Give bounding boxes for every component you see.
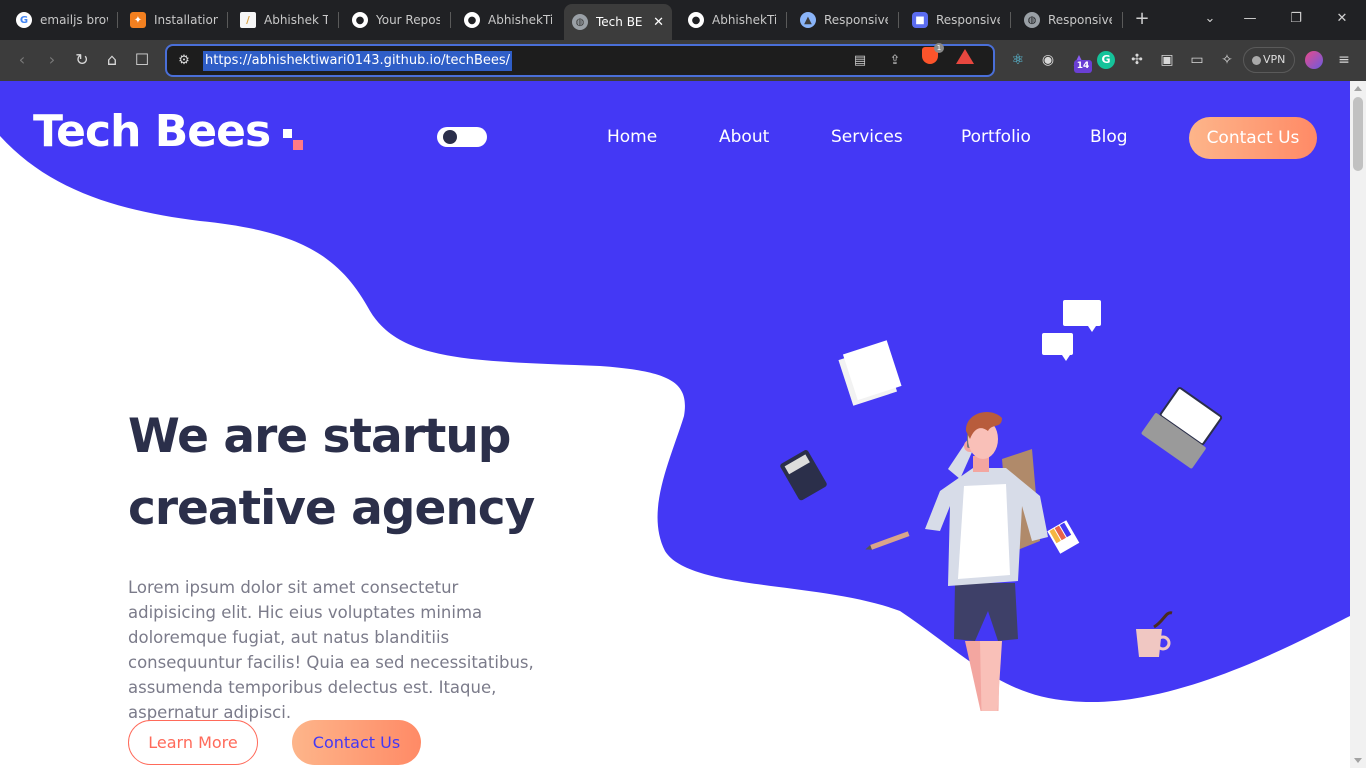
url-text[interactable]: https://abhishektiwari0143.github.io/tec… xyxy=(203,51,513,71)
close-window-icon[interactable]: ✕ xyxy=(1332,8,1352,30)
browser-toolbar: ‹ › ↻ ⌂ ☐ ⚙ https://abhishektiwari0143.g… xyxy=(0,40,1366,81)
reload-icon[interactable]: ↻ xyxy=(70,48,94,72)
orange-logo-icon: ✦ xyxy=(130,12,146,28)
home-icon[interactable]: ⌂ xyxy=(100,48,124,72)
hero-description: Lorem ipsum dolor sit amet consectetur a… xyxy=(128,578,534,722)
new-tab-icon[interactable]: + xyxy=(1132,8,1152,32)
browser-tab[interactable]: ✦ Installation xyxy=(122,5,226,35)
shields-count-badge: 1 xyxy=(934,43,944,53)
tab-separator xyxy=(450,12,451,28)
reader-mode-icon[interactable]: ▤ xyxy=(850,51,870,71)
extension-count-badge: 14 xyxy=(1074,60,1092,73)
nav-blog[interactable]: Blog xyxy=(1090,127,1128,147)
logo-square-pink xyxy=(293,140,303,150)
color-swatches-icon xyxy=(1047,520,1080,554)
browser-tab[interactable]: ● AbhishekTiw xyxy=(680,5,784,35)
globe-icon: ◍ xyxy=(1024,12,1040,28)
document-icon: / xyxy=(240,12,256,28)
nav-about[interactable]: About xyxy=(719,127,769,147)
hero-title: We are startup creative agency xyxy=(128,401,648,545)
share-icon[interactable]: ⇪ xyxy=(885,51,905,71)
browser-tab[interactable]: G emailjs brow xyxy=(8,5,116,35)
tab-separator xyxy=(227,12,228,28)
minimize-icon[interactable]: — xyxy=(1240,8,1260,30)
hero-title-line-2: creative agency xyxy=(128,481,535,536)
tab-separator xyxy=(1122,12,1123,28)
browser-tab[interactable]: ▲ Responsive xyxy=(792,5,896,35)
vpn-status-icon xyxy=(1252,56,1261,65)
site-logo[interactable]: Tech Bees xyxy=(33,106,271,157)
bookmark-icon[interactable]: ☐ xyxy=(130,48,154,72)
globe-icon: ◍ xyxy=(572,14,588,30)
scroll-up-icon[interactable] xyxy=(1354,86,1362,91)
browser-tab[interactable]: / Abhishek Ti xyxy=(232,5,336,35)
hero-contact-button[interactable]: Contact Us xyxy=(292,720,421,765)
profile-avatar[interactable] xyxy=(1305,51,1323,69)
wallet-icon[interactable]: ▭ xyxy=(1186,49,1208,71)
github-icon: ● xyxy=(352,12,368,28)
tab-search-icon[interactable]: ⌄ xyxy=(1200,8,1220,30)
pencil-icon xyxy=(865,531,910,550)
address-bar[interactable]: ⚙ https://abhishektiwari0143.github.io/t… xyxy=(165,44,995,77)
nav-home[interactable]: Home xyxy=(607,127,657,147)
browser-tab[interactable]: ◍ Responsive xyxy=(1016,5,1120,35)
browser-tab[interactable]: ● Your Reposi xyxy=(344,5,448,35)
google-icon: G xyxy=(16,12,32,28)
browser-tab-active[interactable]: ◍ Tech BE ✕ xyxy=(564,4,672,40)
restore-icon[interactable]: ❐ xyxy=(1286,8,1306,30)
tab-separator xyxy=(898,12,899,28)
web-page: Tech Bees Home About Services Portfolio … xyxy=(0,81,1350,768)
extensions-puzzle-icon[interactable]: ✣ xyxy=(1126,49,1148,71)
hero-illustration xyxy=(780,300,1223,711)
close-tab-icon[interactable]: ✕ xyxy=(647,15,664,30)
brave-rewards-icon[interactable] xyxy=(956,49,974,64)
hero-title-line-1: We are startup xyxy=(128,409,511,464)
calculator-icon xyxy=(780,450,827,501)
vpn-button[interactable]: VPN xyxy=(1243,47,1295,73)
laptop-icon xyxy=(1141,387,1223,469)
tab-separator xyxy=(1010,12,1011,28)
extension-eyes-icon[interactable]: ◉ xyxy=(1037,49,1059,71)
person-figure xyxy=(925,412,1048,711)
nav-contact-button[interactable]: Contact Us xyxy=(1189,117,1317,159)
tab-separator xyxy=(117,12,118,28)
sidebar-icon[interactable]: ▣ xyxy=(1156,49,1178,71)
nav-services[interactable]: Services xyxy=(831,127,903,147)
tab-strip: G emailjs brow ✦ Installation / Abhishek… xyxy=(0,0,1366,40)
scrollbar-thumb[interactable] xyxy=(1353,97,1363,171)
mug-icon xyxy=(1136,611,1173,657)
app-icon: ■ xyxy=(912,12,928,28)
theme-toggle[interactable] xyxy=(437,127,487,147)
tab-separator xyxy=(786,12,787,28)
toggle-knob xyxy=(443,130,457,144)
menu-icon[interactable]: ≡ xyxy=(1333,49,1355,71)
github-icon: ● xyxy=(688,12,704,28)
page-scrollbar[interactable] xyxy=(1350,81,1366,768)
site-settings-icon[interactable]: ⚙ xyxy=(175,52,193,70)
nav-portfolio[interactable]: Portfolio xyxy=(961,127,1031,147)
back-icon[interactable]: ‹ xyxy=(10,48,34,72)
leo-ai-icon[interactable]: ✧ xyxy=(1216,49,1238,71)
browser-tab[interactable]: ■ Responsive xyxy=(904,5,1008,35)
grammarly-icon[interactable]: G xyxy=(1097,51,1115,69)
react-devtools-icon[interactable]: ⚛ xyxy=(1007,49,1029,71)
forward-icon[interactable]: › xyxy=(40,48,64,72)
app-icon: ▲ xyxy=(800,12,816,28)
chat-bubble-icon xyxy=(1042,300,1101,361)
browser-tab[interactable]: ● AbhishekTiw xyxy=(456,5,560,35)
logo-square-white xyxy=(283,129,292,138)
github-icon: ● xyxy=(464,12,480,28)
tab-separator xyxy=(338,12,339,28)
learn-more-button[interactable]: Learn More xyxy=(128,720,258,765)
scroll-down-icon[interactable] xyxy=(1354,758,1362,763)
papers-icon xyxy=(838,340,902,406)
